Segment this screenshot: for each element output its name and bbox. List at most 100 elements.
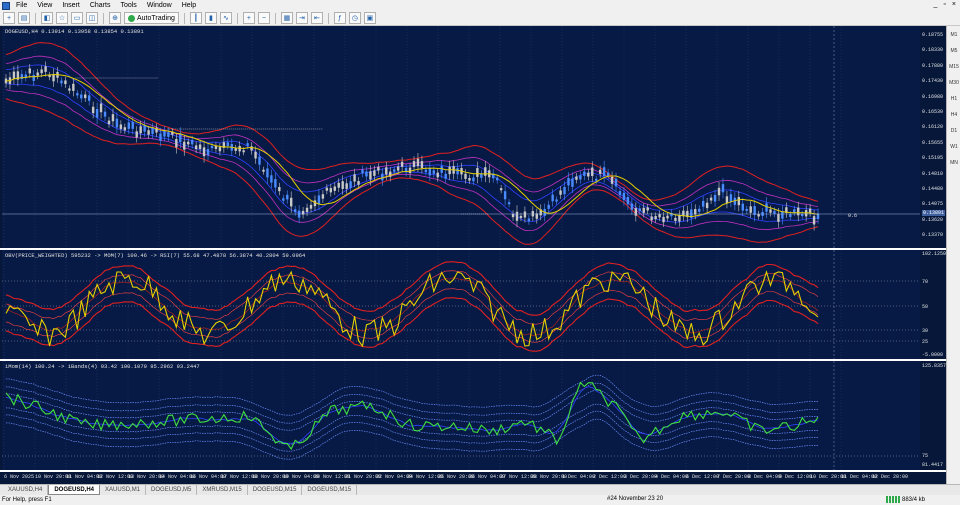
- profiles-icon[interactable]: ▤: [18, 12, 30, 24]
- close-icon[interactable]: ×: [952, 1, 956, 8]
- candle-body: [595, 178, 598, 181]
- chart-tab[interactable]: XAUUSD,H4: [3, 485, 49, 495]
- oscillator-pane[interactable]: OBV(PRICE_WEIGHTED) 595232 -> MOM(7) 100…: [2, 250, 920, 359]
- candle-body: [309, 204, 313, 209]
- oscillator-pane-label: OBV(PRICE_WEIGHTED) 595232 -> MOM(7) 100…: [5, 252, 306, 259]
- candle-body: [198, 144, 202, 149]
- menu-bar: File View Insert Charts Tools Window Hel…: [0, 0, 960, 11]
- autotrading-label: AutoTrading: [137, 14, 175, 22]
- candle-body: [519, 215, 523, 219]
- candle-body: [515, 211, 519, 221]
- menu-tools[interactable]: Tools: [120, 2, 136, 9]
- candle-body: [87, 95, 91, 101]
- candle-body: [753, 206, 756, 216]
- menu-insert[interactable]: Insert: [62, 2, 80, 9]
- chart-tab[interactable]: DOGEUSD,M15: [248, 485, 303, 495]
- candle-body: [111, 114, 115, 122]
- autotrading-button[interactable]: AutoTrading: [124, 12, 179, 24]
- menu-help[interactable]: Help: [182, 2, 196, 9]
- timeframe-h1[interactable]: H1: [948, 96, 960, 102]
- menu-file[interactable]: File: [16, 2, 27, 9]
- price-tick: 0.15195: [922, 155, 944, 162]
- chart-tab[interactable]: DOGEUSD,H4: [48, 485, 101, 495]
- candle-body: [507, 202, 511, 205]
- menu-view[interactable]: View: [37, 2, 52, 9]
- restore-icon[interactable]: ▫: [943, 1, 945, 8]
- timeframe-mn[interactable]: MN: [948, 160, 960, 166]
- candle-body: [769, 209, 772, 213]
- candle-body: [210, 145, 214, 149]
- tile-windows-icon[interactable]: ▦: [280, 12, 293, 24]
- price-tick: 0.16120: [922, 124, 944, 131]
- zoom-in-icon[interactable]: +: [242, 12, 255, 24]
- timeframe-d1[interactable]: D1: [948, 128, 960, 134]
- candle-body: [317, 195, 321, 205]
- periods-icon[interactable]: ◷: [348, 12, 361, 24]
- candle-body: [468, 177, 471, 181]
- chart-shift-icon[interactable]: ⇤: [310, 12, 323, 24]
- chart-tab[interactable]: DOGEUSD,M15: [302, 485, 358, 495]
- band-line: [5, 98, 819, 245]
- zoom-out-icon[interactable]: −: [257, 12, 270, 24]
- new-chart-icon[interactable]: +: [3, 12, 15, 24]
- candle-body: [698, 208, 701, 212]
- candle-body: [329, 188, 333, 193]
- candle-body: [119, 124, 123, 129]
- line-chart-icon[interactable]: ∿: [219, 12, 232, 24]
- menu-window[interactable]: Window: [147, 2, 172, 9]
- timeframe-h4[interactable]: H4: [948, 112, 960, 118]
- navigator-icon[interactable]: ☆: [56, 12, 68, 24]
- timeframe-w1[interactable]: W1: [948, 144, 960, 150]
- candle-body: [476, 168, 479, 177]
- candle-body: [151, 128, 154, 135]
- toolbar-separator: [274, 12, 276, 24]
- momentum-chart[interactable]: [2, 361, 920, 470]
- menu-charts[interactable]: Charts: [90, 2, 111, 9]
- candlestick-icon[interactable]: ▮: [204, 12, 217, 24]
- terminal-icon[interactable]: ▭: [71, 12, 83, 24]
- market-watch-icon[interactable]: ◧: [41, 12, 53, 24]
- candle-body: [472, 177, 475, 182]
- candle-body: [206, 149, 210, 156]
- oscillator-scale[interactable]: 102.1250 70 50 30 25 -5.0000: [920, 250, 946, 359]
- candle-body: [32, 74, 35, 81]
- chart-tab[interactable]: XAUUSD,M1: [100, 485, 147, 495]
- chart-tabs: XAUUSD,H4 DOGEUSD,H4 XAUUSD,M1 DOGEUSD,M5 XM…: [0, 484, 960, 495]
- candle-body: [428, 167, 432, 176]
- timeframe-m5[interactable]: M5: [948, 48, 960, 54]
- candle-body: [246, 143, 249, 146]
- chart-window[interactable]: 0.6 DOGEUSD,H4 0.13914 0.13958 0.13854 0…: [0, 26, 960, 484]
- candle-body: [622, 192, 626, 200]
- chart-tab[interactable]: DOGEUSD,M5: [146, 485, 198, 495]
- minimize-icon[interactable]: _: [934, 1, 938, 8]
- indicators-icon[interactable]: ƒ: [333, 12, 346, 24]
- candle-body: [226, 142, 230, 146]
- price-chart[interactable]: 0.6: [2, 26, 920, 248]
- momentum-pane[interactable]: iMom(14) 100.24 -> iBands(4) 93.42 100.1…: [2, 361, 920, 470]
- new-order-icon[interactable]: ⊕: [109, 12, 121, 24]
- price-scale[interactable]: 0.18755 0.18330 0.17880 0.17430 0.16980 0.165…: [920, 26, 946, 248]
- candle-body: [127, 122, 130, 129]
- time-axis[interactable]: 6 Nov 2025 10 Nov 20:00 11 Nov 04:00 12 Nov…: [2, 472, 920, 484]
- timeframe-m1[interactable]: M1: [948, 32, 960, 38]
- timeframe-m15[interactable]: M15: [948, 64, 960, 70]
- price-tick: 0.17880: [922, 62, 944, 69]
- candle-body: [400, 161, 404, 167]
- price-pane[interactable]: 0.6 DOGEUSD,H4 0.13914 0.13958 0.13854 0…: [2, 26, 920, 248]
- candle-body: [139, 126, 142, 134]
- chart-tab[interactable]: XMRUSD,M15: [197, 485, 248, 495]
- candle-body: [282, 198, 285, 201]
- candle-body: [511, 213, 515, 218]
- momentum-scale[interactable]: 125.8357 75 81.4417: [920, 361, 946, 470]
- autoscroll-icon[interactable]: ⇥: [295, 12, 308, 24]
- price-tick: 0.14480: [922, 186, 944, 192]
- bar-chart-icon[interactable]: ┃: [189, 12, 202, 24]
- candle-body: [583, 171, 586, 176]
- tester-icon[interactable]: ◫: [86, 12, 98, 24]
- candle-body: [12, 71, 16, 79]
- candle-body: [725, 196, 729, 203]
- templates-icon[interactable]: ▣: [363, 12, 376, 24]
- oscillator-chart[interactable]: [2, 250, 920, 359]
- timeframe-m30[interactable]: M30: [948, 80, 960, 86]
- candle-body: [353, 174, 356, 182]
